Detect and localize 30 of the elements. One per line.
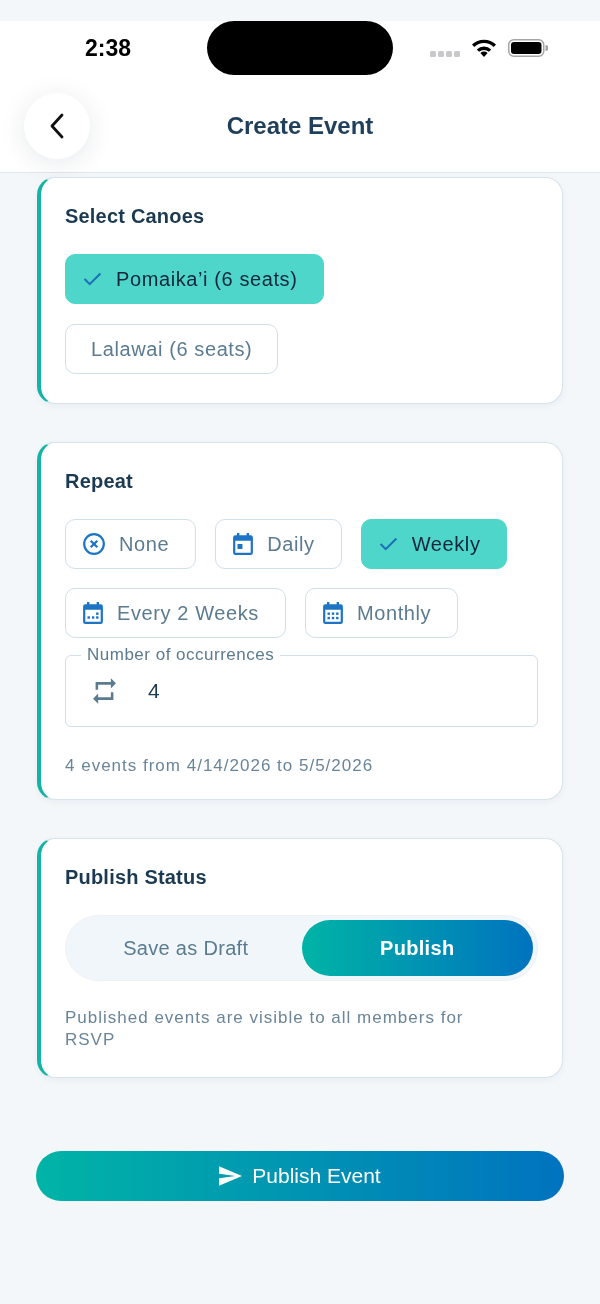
screen-title: Create Event (226, 111, 374, 141)
status-option[interactable]: Save as Draft (70, 920, 302, 976)
section-title: Repeat (65, 469, 134, 493)
repeat-option[interactable]: Monthly (304, 588, 459, 638)
repeat-option[interactable]: Daily (215, 519, 342, 569)
check-icon (378, 537, 398, 551)
calendar-icon (83, 602, 103, 624)
section-title: Select Canoes (65, 204, 206, 228)
repeat-option[interactable]: Every 2 Weeks (65, 588, 286, 638)
circle-x-icon (83, 533, 105, 555)
repeat-option[interactable]: None (65, 519, 197, 569)
wifi-icon (472, 39, 496, 57)
chevron-left-icon (50, 113, 64, 139)
repeat-icon (93, 677, 116, 705)
repeat-summary: 4 events from 4/14/2026 to 5/5/2026 (65, 755, 375, 777)
field-value: 4 (148, 679, 160, 703)
publish-note: Published events are visible to all members for RSVP (65, 1007, 465, 1050)
calendar-icon (233, 533, 254, 555)
check-icon (83, 272, 102, 286)
repeat-option[interactable]: Weekly (360, 519, 508, 569)
publish-event-button[interactable]: Publish Event (36, 1151, 564, 1201)
status-time: 2:38 (85, 34, 132, 62)
calendar-icon (322, 602, 343, 624)
section-title: Publish Status (65, 865, 208, 889)
canoe-option[interactable]: Pomaika’i (6 seats) (65, 254, 325, 304)
status-option[interactable]: Publish (301, 920, 533, 976)
canoe-option[interactable]: Lalawai (6 seats) (65, 324, 279, 374)
signal-icon (430, 51, 460, 57)
battery-icon (508, 39, 548, 57)
send-icon (219, 1166, 243, 1186)
